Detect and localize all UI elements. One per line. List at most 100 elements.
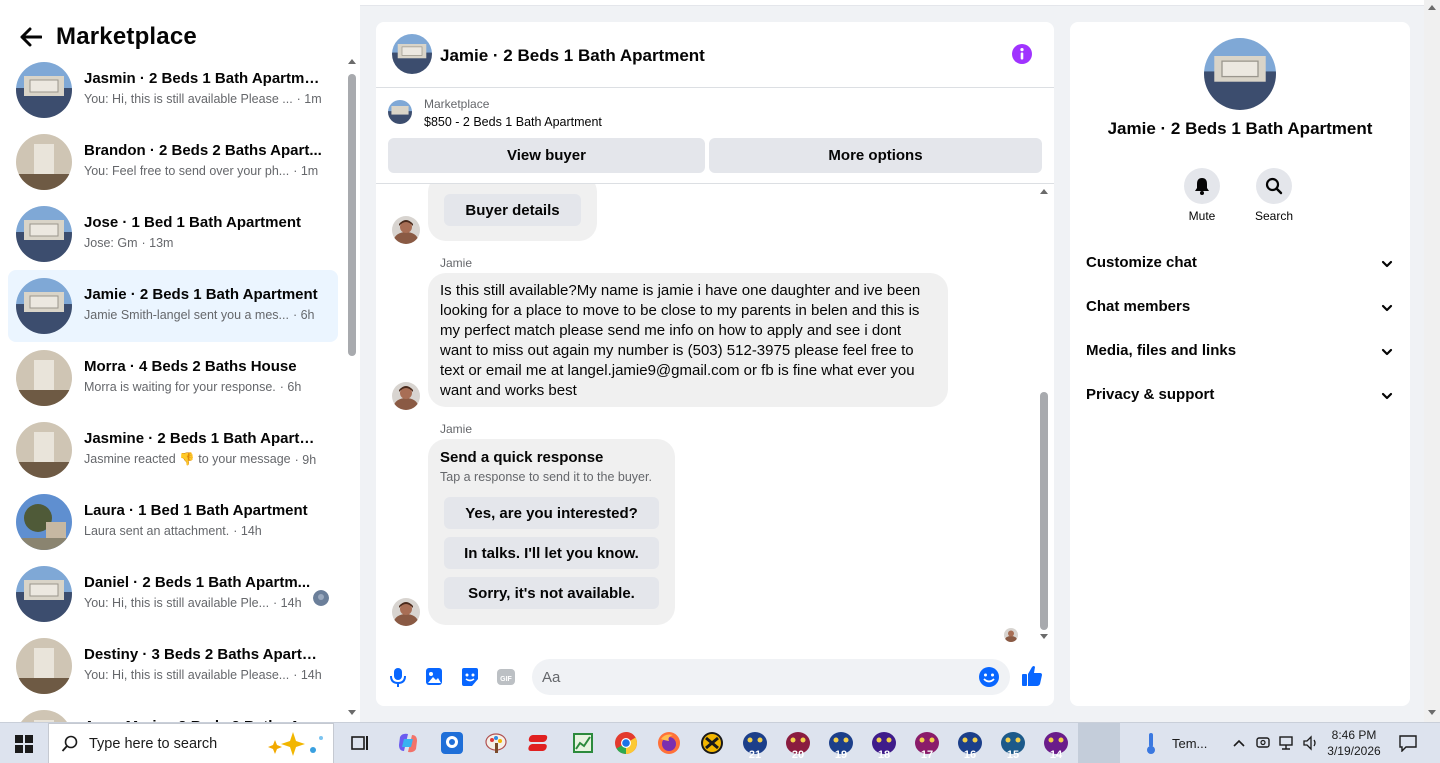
badge-app-icon[interactable]: 19 [826, 731, 856, 761]
quick-reply-interested[interactable]: Yes, are you interested? [444, 497, 659, 529]
mute-button[interactable]: Mute [1172, 168, 1232, 223]
badge-app-icon[interactable]: 14 [1041, 731, 1071, 761]
chrome-icon[interactable] [611, 728, 641, 758]
badge-app-icon[interactable]: 15 [998, 731, 1028, 761]
paint-app-icon[interactable] [481, 728, 511, 758]
sender-avatar[interactable] [392, 216, 420, 244]
conversation-title: Brandon · 2 Beds 2 Baths Apart... [84, 142, 322, 159]
chat-title[interactable]: Jamie · 2 Beds 1 Bath Apartment [440, 46, 705, 66]
listing-label: Marketplace [424, 97, 490, 111]
message-input[interactable] [542, 659, 962, 695]
arrow-left-icon [20, 27, 42, 47]
task-view-icon[interactable] [345, 728, 375, 758]
bell-icon[interactable] [1184, 168, 1220, 204]
sidebar-scrollbar[interactable] [346, 56, 358, 720]
conversation-item[interactable]: Jasmin · 2 Beds 1 Bath Apartment You: Hi,… [8, 54, 338, 126]
quick-reply-not-available[interactable]: Sorry, it's not available. [444, 577, 659, 609]
conversation-item[interactable]: Daniel · 2 Beds 1 Bath Apartm... You: Hi,… [8, 558, 338, 630]
info-icon[interactable] [1012, 44, 1032, 64]
scroll-down-arrow-icon[interactable] [1428, 710, 1436, 716]
window-scrollbar[interactable] [1424, 0, 1440, 722]
chat-details-panel: Jamie · 2 Beds 1 Bath Apartment Mute Sea… [1070, 22, 1410, 706]
system-clock[interactable]: 8:46 PM 3/19/2026 [1326, 727, 1382, 759]
badge-count: 15 [1006, 749, 1020, 761]
chat-members-section[interactable]: Chat members [1086, 286, 1394, 330]
conversation-item[interactable]: Destiny · 3 Beds 2 Baths Apartm... You: H… [8, 630, 338, 702]
badge-app-icon[interactable]: 20 [783, 731, 813, 761]
search-button[interactable]: Search [1244, 168, 1304, 223]
back-button[interactable] [14, 20, 48, 54]
thumbs-up-icon[interactable] [1020, 664, 1044, 688]
sticker-icon[interactable] [459, 666, 481, 688]
scroll-up-arrow-icon[interactable] [1040, 188, 1048, 194]
conversation-item[interactable]: Brandon · 2 Beds 2 Baths Apart... You: Fe… [8, 126, 338, 198]
chevron-down-icon [1381, 392, 1393, 400]
scroll-down-arrow-icon[interactable] [348, 710, 356, 716]
spreadsheet-app-icon[interactable] [568, 728, 598, 758]
conversation-item[interactable]: Jose · 1 Bed 1 Bath Apartment Jose: Gm · 1… [8, 198, 338, 270]
more-options-button[interactable]: More options [709, 138, 1042, 173]
message-bubble: Is this still available?My name is jamie… [428, 273, 948, 407]
quick-response-bubble: Send a quick response Tap a response to … [428, 439, 675, 625]
sidebar-scroll-thumb[interactable] [348, 74, 356, 356]
conversation-item[interactable]: Jasmine · 2 Beds 1 Bath Apartme... Jasmin… [8, 414, 338, 486]
quick-response-title: Send a quick response [440, 449, 604, 466]
emoji-icon[interactable] [978, 666, 1000, 688]
conversation-item[interactable]: Laura · 1 Bed 1 Bath Apartment Laura sent… [8, 486, 338, 558]
chat-scrollbar[interactable] [1036, 184, 1052, 646]
active-app-highlight[interactable] [1078, 723, 1120, 763]
badge-count: 14 [1049, 749, 1063, 761]
gif-icon[interactable]: GIF [495, 666, 517, 688]
photo-icon[interactable] [423, 666, 445, 688]
conversation-subtitle: You: Hi, this is still available Please.… [84, 668, 322, 682]
maps-app-icon[interactable] [437, 728, 467, 758]
badge-count: 19 [834, 749, 848, 761]
scroll-up-arrow-icon[interactable] [348, 58, 356, 64]
speaker-icon[interactable] [1302, 735, 1320, 751]
camera-icon[interactable] [1255, 735, 1271, 751]
microphone-icon[interactable] [387, 666, 409, 688]
copilot-icon[interactable] [393, 728, 423, 758]
conversation-preview: You: Feel free to send over your ph... [84, 164, 290, 178]
xbox-app-icon[interactable] [697, 728, 727, 758]
sender-avatar[interactable] [392, 382, 420, 410]
view-buyer-button[interactable]: View buyer [388, 138, 705, 173]
thermometer-icon[interactable] [1136, 728, 1166, 758]
listing-price-title[interactable]: $850 - 2 Beds 1 Bath Apartment [424, 115, 602, 129]
conversation-preview: Morra is waiting for your response. [84, 380, 276, 394]
buyer-details-button[interactable]: Buyer details [444, 194, 581, 226]
scroll-up-arrow-icon[interactable] [1428, 4, 1436, 10]
firefox-icon[interactable] [654, 728, 684, 758]
notification-icon[interactable] [1398, 734, 1418, 752]
conversation-avatar [16, 134, 72, 190]
badge-app-icon[interactable]: 21 [740, 731, 770, 761]
chat-scroll-thumb[interactable] [1040, 392, 1048, 630]
start-button[interactable] [0, 723, 48, 763]
listing-thumbnail [388, 100, 412, 124]
badge-app-icon[interactable]: 18 [869, 731, 899, 761]
privacy-support-section[interactable]: Privacy & support [1086, 374, 1394, 418]
quick-reply-in-talks[interactable]: In talks. I'll let you know. [444, 537, 659, 569]
sidebar-title: Marketplace [56, 23, 197, 50]
stacked-app-icon[interactable] [525, 728, 555, 758]
message-text: Is this still available?My name is jamie… [440, 282, 921, 399]
media-files-links-section[interactable]: Media, files and links [1086, 330, 1394, 374]
chat-avatar[interactable] [392, 34, 432, 74]
scroll-down-arrow-icon[interactable] [1040, 634, 1048, 640]
search-label: Search [1254, 209, 1294, 223]
conversation-title: Daniel · 2 Beds 1 Bath Apartm... [84, 574, 311, 591]
details-avatar[interactable] [1204, 38, 1276, 110]
customize-chat-section[interactable]: Customize chat [1086, 242, 1394, 286]
weather-label[interactable]: Tem... [1172, 736, 1207, 751]
chevron-up-icon[interactable] [1232, 737, 1246, 749]
network-icon[interactable] [1278, 735, 1296, 751]
badge-app-icon[interactable]: 16 [955, 731, 985, 761]
taskbar-search[interactable]: Type here to search [48, 723, 334, 763]
message-thread: Buyer details Jamie Is this still availa… [376, 184, 1054, 646]
conversation-item[interactable]: Morra · 4 Beds 2 Baths House Morra is wai… [8, 342, 338, 414]
search-icon[interactable] [1256, 168, 1292, 204]
conversation-item[interactable]: Jamie · 2 Beds 1 Bath Apartment Jamie Smi… [8, 270, 338, 342]
badge-app-icon[interactable]: 17 [912, 731, 942, 761]
conversation-item[interactable]: Anne Marie · 3 Beds 2 Baths Ap... [8, 702, 338, 722]
sender-avatar[interactable] [392, 598, 420, 626]
